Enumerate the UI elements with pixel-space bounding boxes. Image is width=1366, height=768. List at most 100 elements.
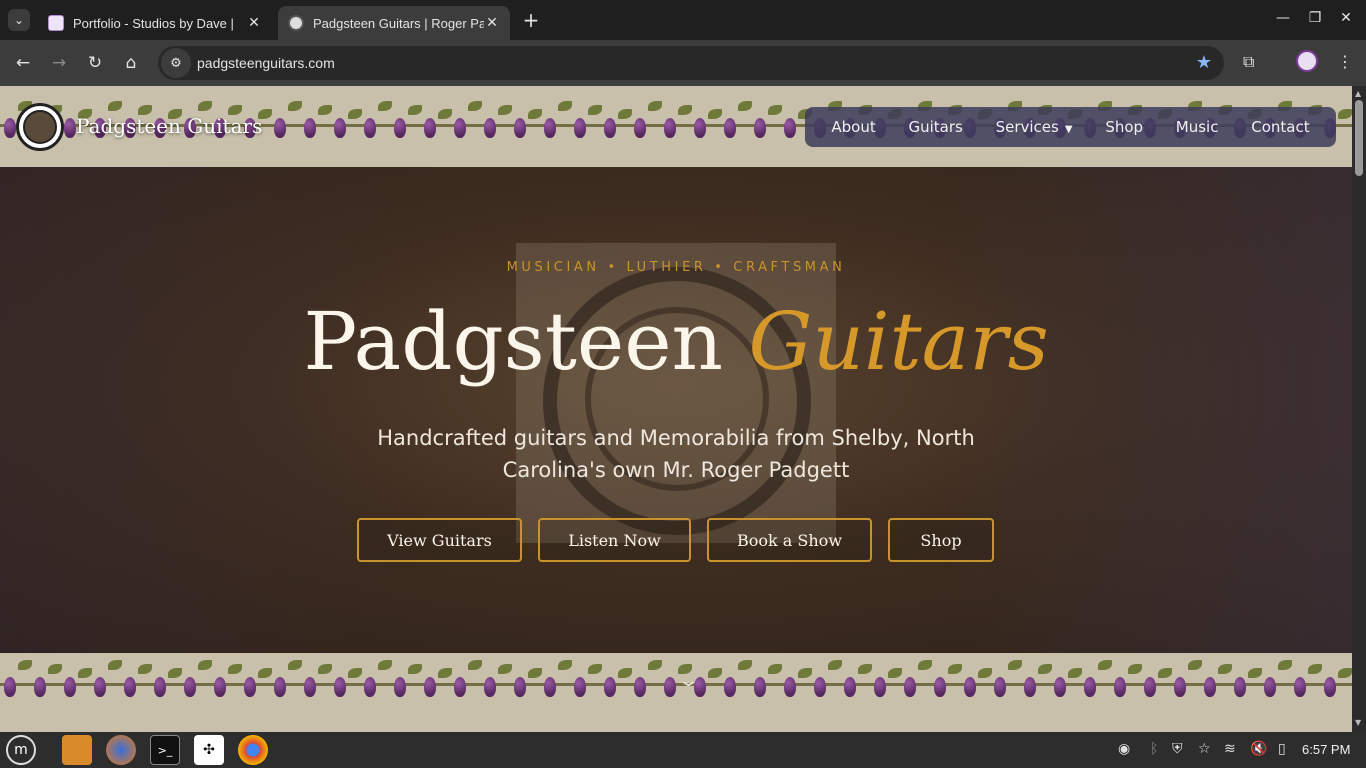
grape-cluster — [1114, 677, 1126, 697]
brand-name[interactable]: Padgsteen Guitars — [76, 114, 262, 138]
new-tab-button[interactable]: + — [520, 8, 542, 32]
grape-cluster — [364, 677, 376, 697]
close-icon[interactable]: ✕ — [246, 15, 262, 31]
terminal-icon[interactable]: >_ — [150, 735, 180, 765]
view-guitars-button[interactable]: View Guitars — [357, 518, 522, 562]
portfolio-favicon-icon — [48, 15, 64, 31]
bluetooth-icon[interactable]: ᛒ — [1150, 741, 1158, 757]
vine-leaf — [108, 659, 122, 670]
os-taskbar: m >_ ✣ ◉ ᛒ ⛨ ☆ ≋ 🔇 ▯ 6:57 PM — [0, 732, 1366, 768]
tab-padgsteen[interactable]: Padgsteen Guitars | Roger Pa ✕ — [278, 6, 510, 40]
grape-cluster — [244, 677, 256, 697]
grape-cluster — [94, 677, 106, 697]
grape-cluster — [664, 677, 676, 697]
nav-services[interactable]: Services ▼ — [996, 118, 1073, 136]
maximize-icon[interactable]: ❐ — [1305, 10, 1325, 26]
grape-cluster — [784, 677, 796, 697]
vine-leaf — [528, 667, 542, 678]
vine-leaf — [1188, 659, 1202, 670]
profile-avatar[interactable] — [1296, 50, 1318, 72]
nav-contact[interactable]: Contact — [1251, 118, 1309, 136]
vine-leaf — [1278, 659, 1292, 670]
hero-background — [0, 167, 1352, 653]
tab-portfolio[interactable]: Portfolio - Studios by Dave | ✕ — [38, 6, 272, 40]
scrollbar-thumb[interactable] — [1355, 100, 1363, 176]
firefox-icon[interactable] — [106, 735, 136, 765]
book-a-show-button[interactable]: Book a Show — [707, 518, 872, 562]
nav-about[interactable]: About — [831, 118, 875, 136]
menu-kebab-icon[interactable]: ⋮ — [1337, 52, 1353, 71]
vine-leaf — [468, 659, 482, 670]
grape-cluster — [1264, 677, 1276, 697]
scroll-down-chevron-icon[interactable]: ⌄ — [676, 670, 700, 691]
grapevine-border-bottom — [0, 653, 1352, 732]
battery-icon[interactable]: ▯ — [1278, 741, 1286, 757]
padgsteen-favicon-icon — [288, 15, 304, 31]
scroll-up-arrow-icon[interactable]: ▲ — [1355, 89, 1361, 98]
vine-leaf — [858, 663, 872, 674]
vine-leaf — [348, 667, 362, 678]
vine-leaf — [498, 663, 512, 674]
update-manager-icon[interactable]: ◉ — [1118, 741, 1130, 757]
grape-cluster — [1084, 677, 1096, 697]
grape-cluster — [904, 677, 916, 697]
back-arrow-icon[interactable]: ← — [12, 52, 34, 74]
volume-muted-icon[interactable]: 🔇 — [1250, 741, 1267, 757]
grape-cluster — [994, 677, 1006, 697]
shop-button[interactable]: Shop — [888, 518, 994, 562]
grape-cluster — [604, 677, 616, 697]
nav-music[interactable]: Music — [1176, 118, 1219, 136]
listen-now-button[interactable]: Listen Now — [538, 518, 691, 562]
tab-search-button[interactable]: ⌄ — [8, 9, 30, 31]
vine-leaf — [138, 663, 152, 674]
page-viewport: Padgsteen Guitars About Guitars Services… — [0, 86, 1352, 732]
bookmark-star-icon[interactable]: ★ — [1196, 52, 1212, 73]
grape-cluster — [484, 677, 496, 697]
grape-cluster — [1324, 677, 1336, 697]
vine-leaf — [588, 663, 602, 674]
clock[interactable]: 6:57 PM — [1302, 742, 1350, 757]
scroll-down-arrow-icon[interactable]: ▼ — [1355, 718, 1361, 727]
forward-arrow-icon[interactable]: → — [48, 52, 70, 74]
close-icon[interactable]: ✕ — [484, 15, 500, 31]
brand-logo[interactable] — [16, 103, 64, 151]
chevron-down-icon: ⌄ — [13, 13, 25, 27]
shield-icon[interactable]: ⛨ — [1172, 741, 1183, 757]
file-manager-icon[interactable] — [62, 735, 92, 765]
vine-leaf — [978, 667, 992, 678]
vine-leaf — [318, 663, 332, 674]
grape-cluster — [1144, 677, 1156, 697]
hero-title: Padgsteen Guitars — [0, 296, 1352, 388]
vine-leaf — [768, 663, 782, 674]
star-icon[interactable]: ☆ — [1198, 741, 1211, 757]
wifi-icon[interactable]: ≋ — [1224, 741, 1236, 757]
chrome-icon[interactable] — [238, 735, 268, 765]
grape-cluster — [394, 677, 406, 697]
vine-leaf — [1248, 667, 1262, 678]
vine-leaf — [168, 667, 182, 678]
grape-cluster — [334, 677, 346, 697]
app-launcher-icon[interactable]: ✣ — [194, 735, 224, 765]
grape-cluster — [1174, 677, 1186, 697]
address-bar[interactable]: ⚙ padgsteenguitars.com ★ — [158, 46, 1224, 80]
page-scrollbar[interactable]: ▲ ▼ — [1352, 86, 1366, 732]
home-icon[interactable]: ⌂ — [120, 52, 142, 74]
nav-services-label: Services — [995, 118, 1059, 136]
start-menu-icon[interactable]: m — [6, 735, 36, 765]
grape-cluster — [724, 677, 736, 697]
grape-cluster — [184, 677, 196, 697]
nav-shop[interactable]: Shop — [1105, 118, 1143, 136]
nav-guitars[interactable]: Guitars — [908, 118, 962, 136]
vine-leaf — [888, 667, 902, 678]
vine-leaf — [708, 667, 722, 678]
grape-cluster — [424, 677, 436, 697]
reload-icon[interactable]: ↻ — [84, 52, 106, 74]
minimize-icon[interactable]: — — [1273, 10, 1293, 26]
vine-leaf — [948, 663, 962, 674]
window-close-icon[interactable]: ✕ — [1336, 10, 1356, 26]
site-settings-icon[interactable]: ⚙ — [161, 48, 191, 78]
grape-cluster — [1024, 677, 1036, 697]
vine-leaf — [648, 659, 662, 670]
url-text[interactable]: padgsteenguitars.com — [197, 55, 335, 71]
extensions-icon[interactable]: ⧉ — [1243, 52, 1254, 72]
